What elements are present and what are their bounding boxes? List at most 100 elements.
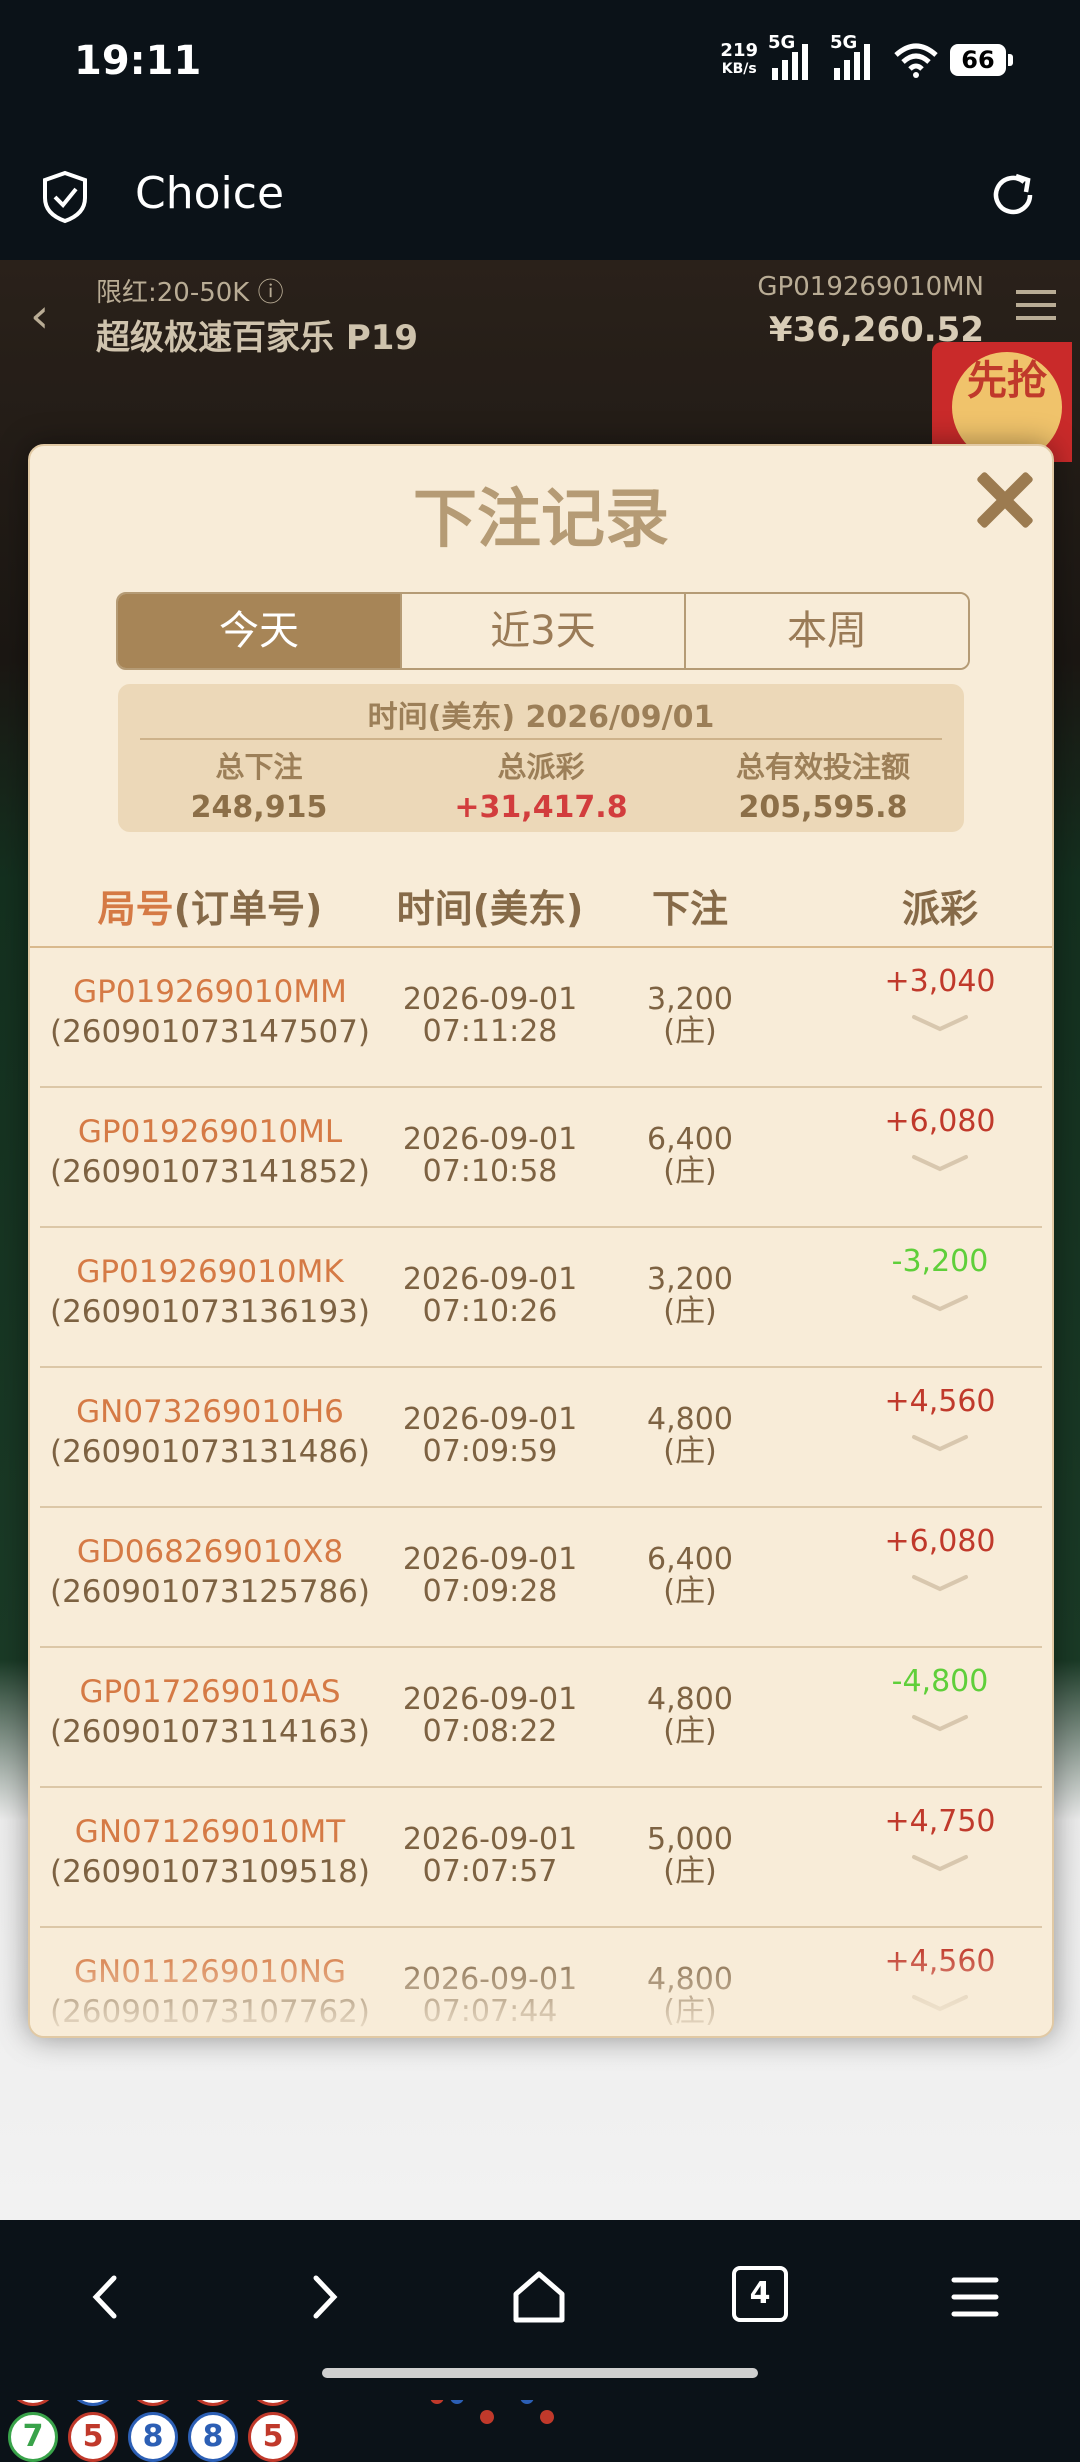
page-title: Choice (135, 168, 285, 219)
signal-icon-2: 5G (830, 32, 882, 80)
bet-date: 2026-09-01 (402, 1822, 578, 1857)
time-cell: 2026-09-01 07:10:26 (380, 1264, 600, 1328)
payout-amount: +3,040 (884, 964, 996, 999)
table-row[interactable]: GN073269010H6 (260901073131486) 2026-09-01… (40, 1368, 1042, 1508)
bet-amount: 5,000 (647, 1822, 733, 1857)
bet-side: (庄) (663, 1294, 717, 1329)
status-bar: 19:11 219 KB/s 5G 5G 66 (0, 0, 1080, 130)
bet-time: 07:10:58 (422, 1154, 558, 1189)
summary-total-bet: 总下注 248,915 (118, 744, 400, 825)
sim2-label: 5G (830, 32, 858, 53)
bet-time: 07:10:26 (422, 1294, 558, 1329)
payout-cell: -3,200 (860, 1244, 1020, 1313)
network-speed-unit: KB/s (721, 61, 757, 77)
payout-cell: +6,080 (860, 1104, 1020, 1173)
game-name: 超级极速百家乐 P19 (96, 318, 419, 358)
total-valid-value: 205,595.8 (738, 790, 908, 825)
payout-cell: +3,040 (860, 964, 1020, 1033)
back-icon[interactable]: ‹ (30, 288, 49, 344)
table-row[interactable]: GP019269010MK (260901073136193) 2026-09-01… (40, 1228, 1042, 1368)
total-valid-label: 总有效投注额 (735, 750, 910, 784)
round-cell: GN071269010MT (260901073109518) (40, 1814, 380, 1890)
chevron-down-icon[interactable] (910, 1293, 970, 1313)
shield-check-icon[interactable] (40, 170, 90, 224)
bet-side: (庄) (663, 1714, 717, 1749)
round-cell: GN073269010H6 (260901073131486) (40, 1394, 380, 1470)
bet-cell: 4,800(庄) (620, 1404, 760, 1468)
network-speed: 219 KB/s (720, 42, 758, 78)
table-row[interactable]: GD068269010X8 (260901073125786) 2026-09-01… (40, 1508, 1042, 1648)
table-row[interactable]: GP017269010AS (260901073114163) 2026-09-01… (40, 1648, 1042, 1788)
round-number: GP017269010AS (79, 1674, 341, 1710)
payout-cell: -4,800 (860, 1664, 1020, 1733)
bet-time: 07:08:22 (422, 1714, 558, 1749)
chevron-down-icon[interactable] (910, 1713, 970, 1733)
home-icon[interactable] (504, 2262, 574, 2332)
round-number: GN073269010H6 (76, 1394, 344, 1430)
bet-date: 2026-09-01 (402, 1402, 578, 1437)
total-payout-label: 总派彩 (497, 750, 585, 784)
period-tabs: 今天 近3天 本周 (116, 592, 970, 670)
bet-cell: 4,800(庄) (620, 1684, 760, 1748)
table-row[interactable]: GP019269010ML (260901073141852) 2026-09-01… (40, 1088, 1042, 1228)
round-cell: GP019269010ML (260901073141852) (40, 1114, 380, 1190)
divider (140, 738, 942, 740)
bet-limit: 限红:20-50K ⓘ (96, 278, 284, 308)
bet-time: 07:09:28 (422, 1574, 558, 1609)
bet-amount: 4,800 (647, 1402, 733, 1437)
chevron-down-icon[interactable] (910, 1433, 970, 1453)
chevron-down-icon[interactable] (910, 1853, 970, 1873)
tab-3-days[interactable]: 近3天 (400, 594, 684, 668)
bet-amount: 4,800 (647, 1682, 733, 1717)
total-payout-value: +31,417.8 (454, 790, 628, 825)
summary-date: 时间(美东) 2026/09/01 (367, 700, 715, 735)
bet-amount: 3,200 (647, 982, 733, 1017)
col-round-label: 局号 (97, 887, 174, 931)
summary-total-valid: 总有效投注额 205,595.8 (682, 744, 964, 825)
menu-icon[interactable] (1016, 290, 1056, 329)
bet-date: 2026-09-01 (402, 1122, 578, 1157)
forward-icon[interactable] (288, 2262, 358, 2332)
round-number: GP019269010MM (73, 974, 347, 1010)
bet-side: (庄) (663, 1434, 717, 1469)
bet-cell: 6,400 (庄) (620, 1124, 760, 1188)
tab-switcher-button[interactable]: 4 (732, 2266, 788, 2322)
menu-icon[interactable] (940, 2262, 1010, 2332)
col-payout: 派彩 (901, 887, 978, 931)
close-icon[interactable] (966, 462, 1038, 534)
bet-cell: 3,200 (庄) (620, 984, 760, 1048)
bet-date: 2026-09-01 (402, 1542, 578, 1577)
time-cell: 2026-09-01 07:10:58 (380, 1124, 600, 1188)
chevron-down-icon[interactable] (910, 1013, 970, 1033)
col-round: 局号(订单号) (70, 878, 350, 933)
payout-amount: +4,560 (884, 1384, 996, 1419)
table-header: 局号(订单号) 时间(美东) 下注 派彩 (30, 866, 1052, 948)
order-number: (260901073141852) (49, 1154, 371, 1190)
order-number: (260901073131486) (49, 1434, 371, 1470)
tab-today[interactable]: 今天 (118, 594, 400, 668)
bet-date: 2026-09-01 (402, 982, 578, 1017)
chevron-down-icon[interactable] (910, 1573, 970, 1593)
clock: 19:11 (74, 38, 202, 84)
table-row[interactable]: GN071269010MT (260901073109518) 2026-09-01… (40, 1788, 1042, 1928)
payout-amount: +6,080 (884, 1524, 996, 1559)
game-account: GP019269010MN (757, 272, 984, 302)
back-icon[interactable] (72, 2262, 142, 2332)
bet-time: 07:11:28 (422, 1014, 558, 1049)
home-indicator[interactable] (322, 2368, 758, 2378)
payout-cell: +4,560 (860, 1384, 1020, 1453)
time-cell: 2026-09-01 07:09:28 (380, 1544, 600, 1608)
round-number: GD068269010X8 (76, 1534, 344, 1570)
table-row[interactable]: GP019269010MM (260901073147507) 2026-09-01… (40, 948, 1042, 1088)
chevron-down-icon[interactable] (910, 1153, 970, 1173)
scroll-fade (30, 1946, 1052, 2036)
payout-amount: +4,750 (884, 1804, 996, 1839)
sim1-label: 5G (768, 32, 796, 53)
order-number: (260901073125786) (49, 1574, 371, 1610)
total-bet-value: 248,915 (190, 790, 328, 825)
tab-this-week[interactable]: 本周 (684, 594, 968, 668)
reload-icon[interactable] (986, 168, 1040, 222)
round-cell: GP017269010AS (260901073114163) (40, 1674, 380, 1750)
bet-side: (庄) (663, 1574, 717, 1609)
bet-date: 2026-09-01 (402, 1262, 578, 1297)
